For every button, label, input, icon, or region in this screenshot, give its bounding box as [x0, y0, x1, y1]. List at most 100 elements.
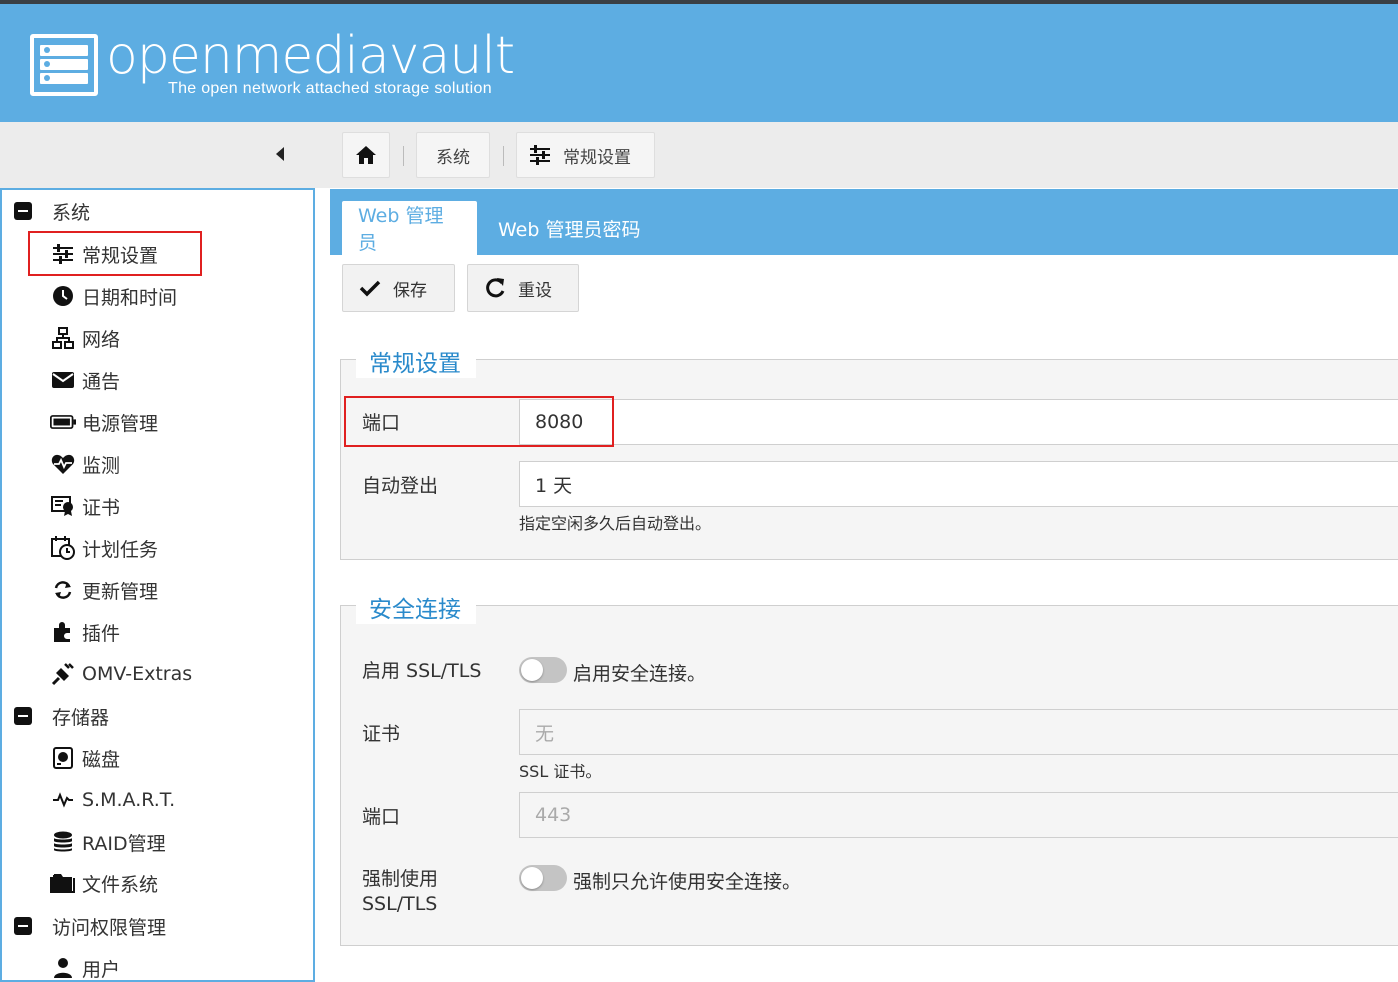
- breadcrumb-item-system[interactable]: 系统: [416, 132, 490, 178]
- tab-label: Web 管理员密码: [498, 218, 641, 241]
- certificate-icon: [50, 494, 76, 518]
- breadcrumb-label: 常规设置: [563, 147, 631, 168]
- reset-button[interactable]: 重设: [467, 264, 579, 312]
- home-icon: [356, 146, 376, 164]
- network-icon: [50, 326, 76, 350]
- sidebar-item-omv-extras[interactable]: OMV-Extras: [50, 653, 192, 695]
- breadcrumb-label: 系统: [436, 147, 470, 168]
- sidebar-item-date-time[interactable]: 日期和时间: [50, 275, 177, 317]
- ssl-toggle-label: 启用安全连接。: [573, 663, 707, 685]
- sidebar-item-monitoring[interactable]: 监测: [50, 443, 120, 485]
- puzzle-icon: [50, 620, 76, 644]
- tab-web-admin[interactable]: Web 管理员: [342, 201, 477, 255]
- ssl-label: 启用 SSL/TLS: [362, 660, 482, 682]
- sidebar-item-label: OMV-Extras: [82, 663, 193, 685]
- sidebar-group-storage[interactable]: 存储器: [14, 695, 109, 737]
- reset-icon: [484, 277, 506, 299]
- collapse-minus-icon: [14, 917, 32, 935]
- sidebar-item-label: 文件系统: [82, 873, 159, 896]
- ssl-toggle[interactable]: [519, 657, 567, 683]
- sliders-icon: [530, 145, 550, 165]
- sidebar-item-scheduled-tasks[interactable]: 计划任务: [50, 527, 158, 569]
- battery-icon: [50, 410, 76, 434]
- sidebar-item-label: 日期和时间: [82, 286, 178, 309]
- clock-icon: [50, 284, 76, 308]
- heartbeat-icon: [50, 452, 76, 476]
- collapse-minus-icon: [14, 202, 32, 220]
- app-header: openmediavault The open network attached…: [0, 4, 1398, 122]
- port-input[interactable]: 8080: [519, 399, 1398, 445]
- collapse-minus-icon: [14, 707, 32, 725]
- envelope-icon: [50, 368, 76, 392]
- tab-label: Web 管理员: [358, 205, 444, 254]
- breadcrumb-bar: [0, 122, 1398, 188]
- sidebar-item-power[interactable]: 电源管理: [50, 401, 158, 443]
- sidebar-item-certificates[interactable]: 证书: [50, 485, 120, 527]
- sidebar-item-raid[interactable]: RAID管理: [50, 821, 166, 863]
- certificate-hint: SSL 证书。: [519, 762, 602, 781]
- ssl-port-input[interactable]: 443: [519, 792, 1398, 838]
- force-ssl-toggle[interactable]: [519, 865, 567, 891]
- ssl-port-label: 端口: [362, 806, 401, 828]
- sidebar-item-smart[interactable]: S.M.A.R.T.: [50, 779, 175, 821]
- force-ssl-label-line2: SSL/TLS: [362, 893, 438, 915]
- sidebar-item-plugins[interactable]: 插件: [50, 611, 120, 653]
- breadcrumb-home-button[interactable]: [342, 132, 390, 178]
- highlight-port-field: [344, 396, 614, 447]
- sidebar-item-label: 网络: [82, 328, 121, 351]
- breadcrumb-separator: [503, 146, 504, 166]
- force-ssl-label: 强制使用 SSL/TLS: [362, 867, 438, 917]
- sidebar-item-network[interactable]: 网络: [50, 317, 120, 359]
- sidebar-item-label: 电源管理: [82, 412, 159, 435]
- sidebar-item-label: 计划任务: [82, 538, 159, 561]
- user-icon: [50, 956, 76, 980]
- certificate-label: 证书: [362, 723, 401, 745]
- sidebar-collapse-icon[interactable]: [276, 147, 284, 161]
- autologout-hint: 指定空闲多久后自动登出。: [519, 514, 712, 533]
- autologout-value: 1 天: [535, 474, 573, 497]
- sidebar-item-label: S.M.A.R.T.: [82, 789, 176, 811]
- database-icon: [50, 830, 76, 854]
- refresh-icon: [50, 578, 76, 602]
- sidebar-group-system[interactable]: 系统: [14, 190, 90, 232]
- sidebar-item-notification[interactable]: 通告: [50, 359, 120, 401]
- sidebar-item-disks[interactable]: 磁盘: [50, 737, 120, 779]
- certificate-select[interactable]: 无: [519, 709, 1398, 755]
- breadcrumb-separator: [403, 146, 404, 166]
- autologout-select[interactable]: 1 天: [519, 461, 1398, 507]
- force-ssl-toggle-label: 强制只允许使用安全连接。: [573, 871, 802, 893]
- plug-icon: [50, 662, 76, 686]
- brand-tagline: The open network attached storage soluti…: [168, 80, 492, 97]
- sidebar-item-users[interactable]: 用户: [50, 947, 120, 982]
- sidebar-group-access-rights[interactable]: 访问权限管理: [14, 905, 166, 947]
- ssl-port-placeholder: 443: [535, 804, 572, 826]
- brand-name: openmediavault: [106, 26, 515, 86]
- tab-bar: Web 管理员 Web 管理员密码: [330, 189, 1398, 255]
- secure-connection-fieldset: [340, 605, 1398, 946]
- sidebar-item-label: 用户: [82, 958, 121, 981]
- calendar-clock-icon: [50, 536, 76, 560]
- breadcrumb-item-general-settings[interactable]: 常规设置: [516, 132, 655, 178]
- general-settings-fieldset: [340, 359, 1398, 560]
- pulse-icon: [50, 788, 76, 812]
- sidebar-item-label: 更新管理: [82, 580, 159, 603]
- certificate-placeholder: 无: [535, 722, 555, 745]
- sidebar-item-update-management[interactable]: 更新管理: [50, 569, 158, 611]
- save-button-label: 保存: [393, 280, 427, 301]
- general-settings-legend: 常规设置: [361, 344, 469, 378]
- sidebar-item-label: 磁盘: [82, 748, 121, 771]
- reset-button-label: 重设: [518, 280, 552, 301]
- save-button[interactable]: 保存: [342, 264, 455, 312]
- folder-icon: [50, 871, 76, 895]
- sidebar-item-filesystems[interactable]: 文件系统: [50, 862, 158, 904]
- logo-icon: [30, 34, 98, 96]
- checkmark-icon: [359, 279, 381, 297]
- sidebar-group-label: 系统: [52, 201, 91, 224]
- sidebar-item-label: 通告: [82, 370, 121, 393]
- harddisk-icon: [50, 746, 76, 770]
- sidebar-item-label: 插件: [82, 622, 121, 645]
- secure-connection-legend: 安全连接: [361, 590, 469, 624]
- autologout-label: 自动登出: [362, 475, 439, 497]
- tab-web-admin-password[interactable]: Web 管理员密码: [482, 201, 656, 255]
- sidebar-item-label: 监测: [82, 454, 121, 477]
